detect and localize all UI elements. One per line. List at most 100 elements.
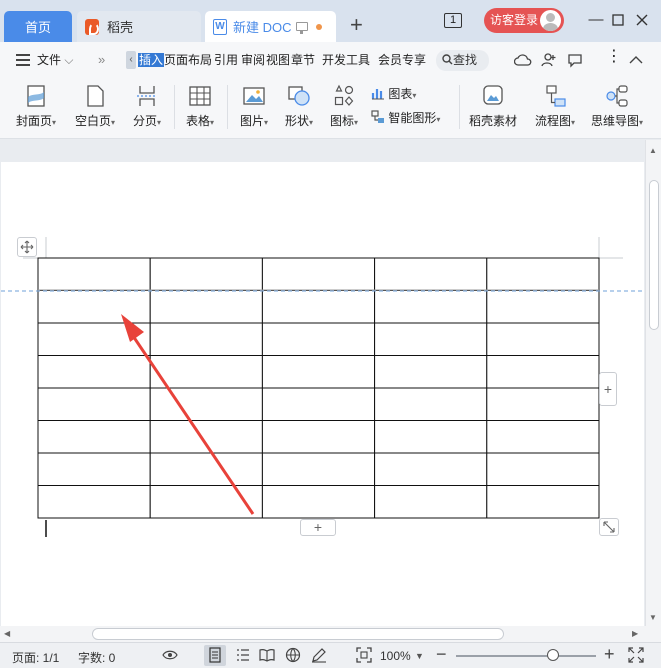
table-cell[interactable]: [37, 485, 151, 519]
table-cell[interactable]: [374, 387, 488, 421]
page-count[interactable]: 页面: 1/1: [12, 649, 59, 666]
table-cell[interactable]: [261, 452, 376, 486]
table-cell[interactable]: [374, 355, 488, 389]
zoom-slider-track[interactable]: [456, 655, 596, 657]
login-button[interactable]: 访客登录: [484, 8, 564, 33]
table-cell[interactable]: [149, 322, 263, 356]
flowchart-button[interactable]: 流程图▾: [530, 81, 580, 137]
more-options-icon[interactable]: ⋮: [606, 49, 622, 65]
scroll-left-icon[interactable]: ‹: [126, 51, 136, 69]
document-page[interactable]: + +: [1, 162, 644, 626]
tab-chapter[interactable]: 章节: [291, 52, 315, 68]
document-canvas[interactable]: + +: [0, 140, 645, 626]
file-menu[interactable]: 文件 ⌵: [37, 52, 73, 68]
table-cell[interactable]: [374, 290, 488, 324]
fit-page-icon[interactable]: [356, 647, 372, 663]
table-cell[interactable]: [261, 290, 376, 324]
table-cell[interactable]: [261, 387, 376, 421]
picture-button[interactable]: 图片▾: [235, 81, 273, 137]
zoom-out-icon[interactable]: −: [436, 644, 447, 665]
scroll-up-icon[interactable]: ▲: [649, 146, 657, 155]
minimize-icon[interactable]: —: [586, 10, 606, 30]
table-cell[interactable]: [261, 420, 376, 454]
zoom-in-icon[interactable]: +: [604, 644, 615, 665]
eye-protection-icon[interactable]: [162, 647, 178, 663]
table-cell[interactable]: [261, 485, 376, 519]
table-cell[interactable]: [37, 257, 151, 291]
table-button[interactable]: 表格▾: [181, 81, 219, 137]
table-cell[interactable]: [374, 485, 488, 519]
table-cell[interactable]: [374, 257, 488, 291]
docer-material-button[interactable]: 稻壳素材: [466, 81, 520, 137]
outline-view-icon[interactable]: [235, 647, 251, 663]
cloud-sync-icon[interactable]: [514, 53, 532, 67]
vertical-scroll-thumb[interactable]: [649, 180, 659, 330]
scroll-left-icon[interactable]: ◀: [4, 629, 10, 638]
table-cell[interactable]: [37, 420, 151, 454]
table-cell[interactable]: [149, 257, 263, 291]
comment-icon[interactable]: [567, 52, 583, 68]
zoom-dropdown-icon[interactable]: ▼: [415, 651, 424, 661]
table-move-handle[interactable]: [17, 237, 37, 257]
table-cell[interactable]: [149, 452, 263, 486]
word-count[interactable]: 字数: 0: [78, 649, 115, 666]
scroll-right-icon[interactable]: ▶: [632, 629, 638, 638]
table-cell[interactable]: [149, 290, 263, 324]
horizontal-scroll-thumb[interactable]: [92, 628, 504, 640]
mindmap-button[interactable]: 思维导图▾: [588, 81, 646, 137]
tab-review[interactable]: 审阅: [241, 52, 265, 68]
table-cell[interactable]: [149, 387, 263, 421]
tab-docer[interactable]: 稻壳: [77, 11, 201, 42]
tab-document[interactable]: W 新建 DOC: [205, 11, 336, 42]
table-cell[interactable]: [486, 322, 600, 356]
tab-developer[interactable]: 开发工具: [322, 52, 370, 68]
share-user-icon[interactable]: [541, 52, 557, 68]
menu-icon[interactable]: [16, 54, 30, 66]
table-cell[interactable]: [374, 322, 488, 356]
collapse-ribbon-icon[interactable]: [629, 55, 643, 65]
table-cell[interactable]: [149, 420, 263, 454]
add-row-button[interactable]: +: [300, 519, 336, 536]
table-cell[interactable]: [374, 420, 488, 454]
table-cell[interactable]: [486, 355, 600, 389]
icon-button[interactable]: 图标▾: [325, 81, 363, 137]
table-cell[interactable]: [374, 452, 488, 486]
overflow-icon[interactable]: »: [98, 52, 105, 68]
monitor-icon[interactable]: [295, 22, 308, 34]
table-cell[interactable]: [261, 257, 376, 291]
shape-button[interactable]: 形状▾: [280, 81, 318, 137]
smartart-button[interactable]: 智能图形▾: [371, 109, 440, 127]
tab-view[interactable]: 视图: [266, 52, 290, 68]
table-cell[interactable]: [37, 452, 151, 486]
tab-insert[interactable]: 插入: [138, 52, 165, 68]
page-break-button[interactable]: 分页▾: [127, 81, 167, 137]
table-cell[interactable]: [261, 355, 376, 389]
new-tab-icon[interactable]: +: [350, 12, 363, 38]
scroll-down-icon[interactable]: ▼: [649, 613, 657, 622]
tab-home[interactable]: 首页: [4, 11, 72, 42]
vertical-scrollbar[interactable]: ▲ ▼: [645, 140, 661, 626]
tab-references[interactable]: 引用: [214, 52, 238, 68]
fullscreen-icon[interactable]: [628, 647, 644, 663]
table-cell[interactable]: [486, 257, 600, 291]
table-resize-handle[interactable]: [599, 518, 619, 536]
search-button[interactable]: 查找: [436, 50, 489, 71]
table-cell[interactable]: [486, 420, 600, 454]
table-cell[interactable]: [261, 322, 376, 356]
page-view-button[interactable]: [204, 645, 226, 666]
close-icon[interactable]: [632, 10, 652, 30]
table-cell[interactable]: [37, 355, 151, 389]
tab-page-layout[interactable]: 页面布局: [164, 52, 212, 68]
zoom-level[interactable]: 100%: [380, 649, 411, 663]
table-cell[interactable]: [486, 452, 600, 486]
web-view-icon[interactable]: [285, 647, 301, 663]
window-count-icon[interactable]: 1: [444, 13, 462, 28]
avatar-icon[interactable]: [540, 10, 561, 31]
pen-icon[interactable]: [311, 647, 327, 663]
horizontal-scrollbar[interactable]: ◀ ▶: [0, 626, 661, 642]
table-cell[interactable]: [37, 290, 151, 324]
maximize-icon[interactable]: [608, 10, 628, 30]
table-cell[interactable]: [486, 290, 600, 324]
table-cell[interactable]: [149, 355, 263, 389]
table-cell[interactable]: [486, 387, 600, 421]
